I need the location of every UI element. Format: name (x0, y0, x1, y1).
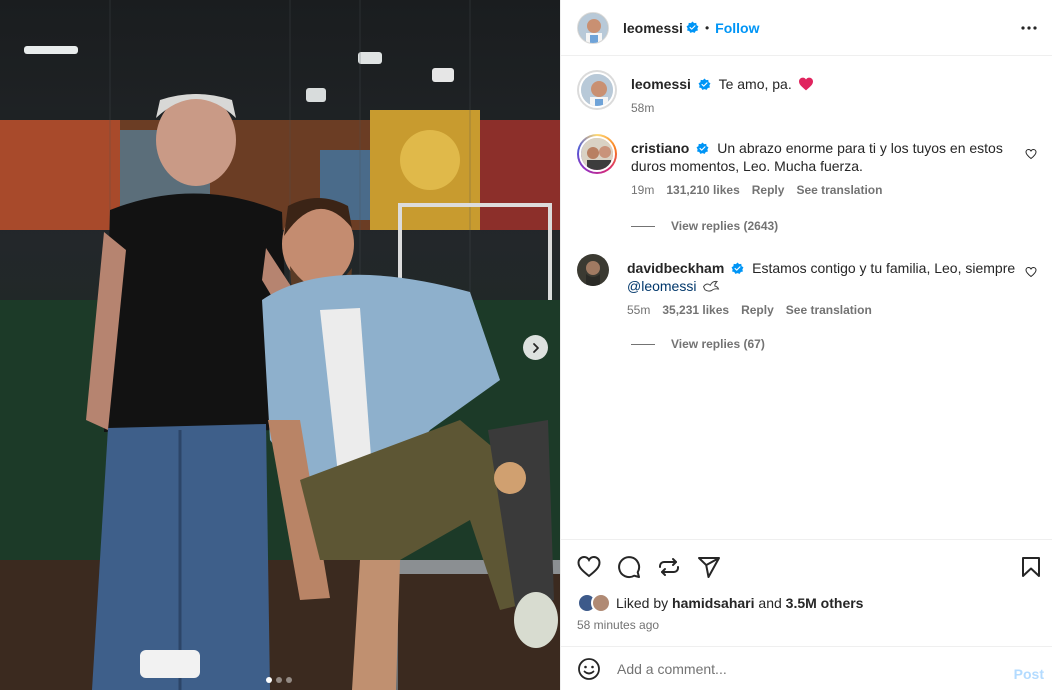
like-heart-icon[interactable] (577, 555, 601, 579)
reply-button[interactable]: Reply (741, 303, 774, 317)
comment-text: Estamos contigo y tu familia, Leo, siemp… (752, 260, 1016, 276)
comment-icon[interactable] (617, 555, 641, 579)
comment-input[interactable] (617, 660, 997, 677)
view-replies-label: View replies (2643) (671, 219, 779, 233)
view-replies-button[interactable]: View replies (2643) (631, 219, 778, 233)
author-username[interactable]: leomessi (623, 20, 683, 36)
liked-by-others[interactable]: 3.5M others (786, 595, 864, 611)
carousel-dot (286, 677, 292, 683)
comment-avatar[interactable] (577, 134, 617, 174)
post-header: leomessi • Follow (561, 0, 1052, 56)
replies-divider (631, 343, 655, 345)
post-photo[interactable] (0, 0, 560, 690)
likes-summary: Liked by hamidsahari and 3.5M others (577, 593, 863, 613)
save-bookmark-icon[interactable] (1019, 555, 1043, 579)
mention-link[interactable]: @leomessi (627, 278, 696, 294)
see-translation-button[interactable]: See translation (796, 183, 882, 197)
caption-text: Te amo, pa. (718, 76, 792, 92)
liked-by-user[interactable]: hamidsahari (672, 595, 754, 611)
comment-username[interactable]: davidbeckham (627, 260, 724, 276)
next-image-button[interactable] (523, 335, 548, 360)
dove-emoji-icon (703, 280, 720, 292)
verified-badge-icon (698, 78, 711, 90)
verified-badge-icon (696, 142, 709, 154)
liked-by-and: and (758, 595, 782, 611)
add-comment-bar: Post (561, 646, 1052, 690)
liker-avatars[interactable] (577, 593, 613, 613)
comment-username[interactable]: cristiano (631, 140, 689, 156)
share-send-icon[interactable] (697, 555, 721, 579)
comment-avatar-image (581, 138, 613, 170)
carousel-dot (276, 677, 282, 683)
caption-avatar-image (581, 74, 613, 106)
comment-time[interactable]: 55m (627, 303, 650, 317)
author-avatar[interactable] (577, 11, 609, 44)
carousel-indicator (266, 677, 292, 683)
comment-item: cristiano Un abrazo enorme para ti y los… (577, 134, 1039, 197)
view-replies-label: View replies (67) (671, 337, 765, 351)
reply-button[interactable]: Reply (752, 183, 785, 197)
comment-time[interactable]: 19m (631, 183, 654, 197)
like-comment-heart-icon[interactable] (1025, 148, 1037, 160)
chevron-right-icon (532, 342, 539, 353)
more-options-icon[interactable] (1019, 18, 1039, 38)
red-heart-emoji-icon (798, 77, 813, 91)
like-comment-heart-icon[interactable] (1025, 266, 1037, 278)
verified-badge-icon (686, 21, 699, 33)
author-avatar-image (578, 12, 608, 43)
liked-by-prefix: Liked by (616, 595, 669, 611)
post-image (0, 0, 560, 690)
separator-dot: • (704, 20, 710, 35)
view-replies-button[interactable]: View replies (67) (631, 337, 765, 351)
comment-like-count[interactable]: 35,231 likes (662, 303, 729, 317)
post-timestamp[interactable]: 58 minutes ago (577, 618, 659, 632)
comment-avatar-image (577, 254, 609, 286)
see-translation-button[interactable]: See translation (786, 303, 872, 317)
follow-button[interactable]: Follow (715, 20, 759, 36)
caption-avatar[interactable] (577, 70, 617, 110)
caption-username[interactable]: leomessi (631, 76, 691, 92)
post-viewer: leomessi • Follow leomessi Te amo, pa. 5… (0, 0, 1052, 690)
repost-icon[interactable] (657, 555, 681, 579)
comment-item: davidbeckham Estamos contigo y tu famili… (577, 254, 1039, 317)
caption-time[interactable]: 58m (631, 101, 654, 115)
post-comment-button[interactable]: Post (1014, 666, 1044, 682)
comment-like-count[interactable]: 131,210 likes (666, 183, 739, 197)
liker-avatar (591, 593, 611, 613)
emoji-icon[interactable] (577, 657, 601, 681)
post-actions-bar (561, 539, 1052, 597)
replies-divider (631, 225, 655, 227)
post-caption: leomessi Te amo, pa. 58m (577, 70, 1039, 115)
likes-text: Liked by hamidsahari and 3.5M others (616, 595, 863, 611)
post-details-panel: leomessi • Follow leomessi Te amo, pa. 5… (560, 0, 1052, 690)
carousel-dot-active (266, 677, 272, 683)
verified-badge-icon (731, 262, 744, 274)
comment-avatar[interactable] (577, 254, 609, 286)
